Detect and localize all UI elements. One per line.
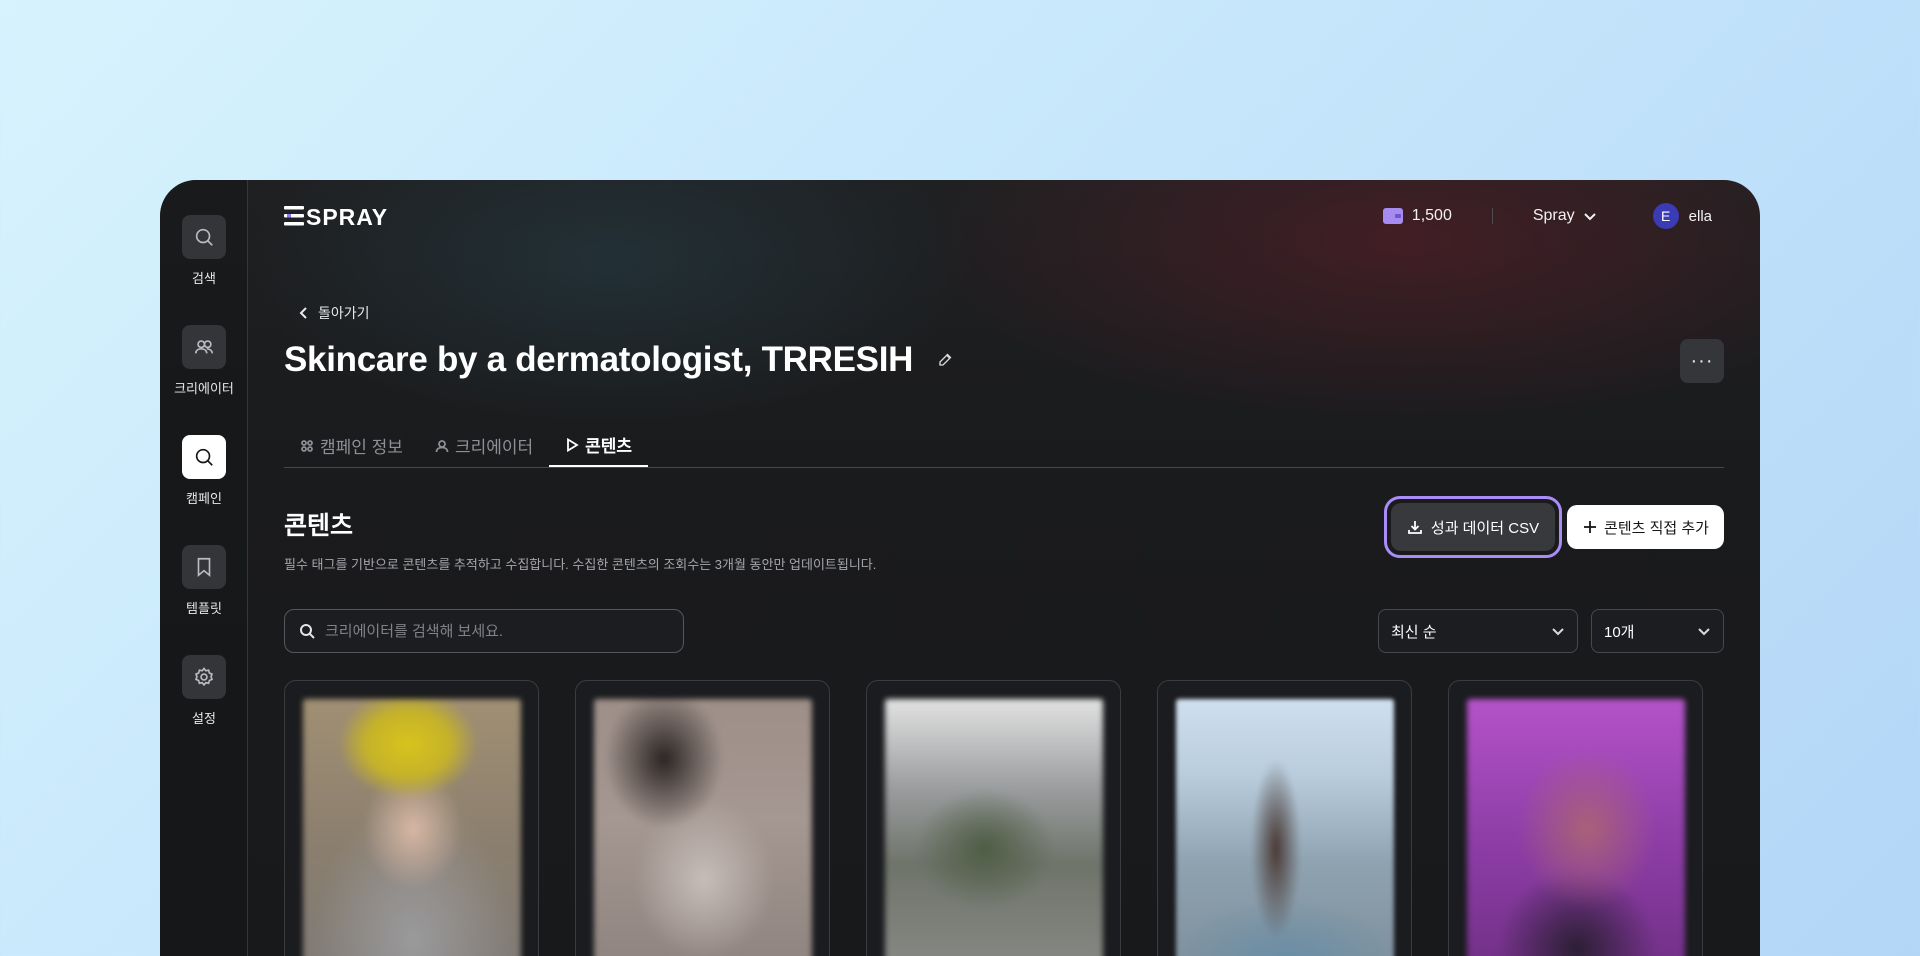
search-icon: [182, 435, 226, 479]
content-card[interactable]: [1448, 680, 1703, 956]
content-thumbnail: [1176, 699, 1394, 956]
user-menu[interactable]: E ella: [1652, 203, 1712, 229]
tab-label: 크리에이터: [454, 438, 534, 457]
gear-icon: [182, 655, 226, 699]
search-input[interactable]: [325, 622, 669, 640]
sidebar-item-label: 캠페인: [186, 491, 222, 506]
header-right: 1,500 Spray E ella: [1382, 202, 1712, 230]
content-card[interactable]: [1157, 680, 1412, 956]
play-icon: [567, 437, 579, 452]
tab-campaign-info[interactable]: 캠페인 정보: [284, 424, 419, 467]
svg-text:SPRAY: SPRAY: [306, 204, 388, 228]
title-row: Skincare by a dermatologist, TRRESIH: [284, 340, 957, 380]
sidebar-item-label: 설정: [192, 711, 216, 726]
download-csv-button[interactable]: 성과 데이터 CSV: [1391, 503, 1555, 551]
sidebar-item-search[interactable]: 검색: [160, 215, 248, 287]
tab-label: 캠페인 정보: [320, 438, 403, 457]
back-link[interactable]: 돌아가기: [298, 303, 370, 323]
tab-creators[interactable]: 크리에이터: [419, 424, 549, 467]
add-button-label: 콘텐츠 직접 추가: [1604, 519, 1709, 537]
sidebar-item-label: 검색: [192, 271, 216, 286]
sidebar-item-settings[interactable]: 설정: [160, 655, 248, 727]
page-size-value: 10개: [1604, 623, 1635, 641]
credits-display[interactable]: 1,500: [1382, 207, 1452, 225]
chevron-left-icon: [299, 307, 307, 319]
app-window: 검색 크리에이터 캠페인 템플릿 설정 SPRAY 1,500 Spray E …: [160, 180, 1760, 956]
tab-content[interactable]: 콘텐츠: [549, 424, 649, 467]
section-description: 필수 태그를 기반으로 콘텐츠를 추적하고 수집합니다. 수집한 콘텐츠의 조회…: [284, 557, 877, 572]
back-label: 돌아가기: [318, 305, 370, 321]
csv-button-focus-ring: 성과 데이터 CSV: [1384, 496, 1562, 558]
bookmark-icon: [182, 545, 226, 589]
content-thumbnail: [1467, 699, 1685, 956]
org-name: Spray: [1532, 207, 1575, 224]
sidebar-item-templates[interactable]: 템플릿: [160, 545, 248, 617]
org-selector[interactable]: Spray: [1533, 207, 1597, 225]
chevron-down-icon: [1698, 628, 1710, 636]
credits-value: 1,500: [1411, 207, 1452, 224]
tab-label: 콘텐츠: [585, 437, 633, 456]
wallet-icon: [1382, 208, 1403, 224]
user-name: ella: [1688, 207, 1712, 225]
content-thumbnail: [303, 699, 521, 956]
sidebar-item-campaign[interactable]: 캠페인: [160, 435, 248, 507]
section-title: 콘텐츠: [284, 512, 354, 540]
divider: [1491, 208, 1493, 224]
users-icon: [182, 325, 226, 369]
more-options-button[interactable]: ···: [1680, 339, 1724, 383]
page-size-select[interactable]: 10개: [1591, 609, 1724, 653]
avatar: E: [1652, 203, 1679, 229]
page-title: Skincare by a dermatologist, TRRESIH: [284, 340, 914, 379]
sort-select[interactable]: 최신 순: [1378, 609, 1578, 653]
sort-value: 최신 순: [1391, 623, 1437, 641]
content-thumbnail: [594, 699, 812, 956]
csv-button-label: 성과 데이터 CSV: [1430, 519, 1540, 537]
tab-bar: 캠페인 정보 크리에이터 콘텐츠: [284, 424, 1724, 468]
search-icon: [300, 624, 315, 639]
creator-search[interactable]: [284, 609, 684, 653]
chevron-down-icon: [1552, 628, 1564, 636]
add-content-button[interactable]: 콘텐츠 직접 추가: [1567, 505, 1724, 549]
content-card[interactable]: [284, 680, 539, 956]
sidebar-item-label: 크리에이터: [174, 381, 234, 396]
spray-logo[interactable]: SPRAY: [284, 204, 396, 228]
edit-icon[interactable]: [937, 350, 957, 370]
sidebar-item-label: 템플릿: [186, 601, 222, 616]
plus-icon: [1584, 521, 1597, 533]
content-thumbnail: [885, 699, 1103, 956]
sidebar: 검색 크리에이터 캠페인 템플릿 설정: [160, 180, 248, 956]
user-icon: [435, 439, 449, 452]
chevron-down-icon: [1583, 213, 1596, 221]
sidebar-item-creators[interactable]: 크리에이터: [160, 325, 248, 397]
content-card[interactable]: [575, 680, 830, 956]
download-icon: [1408, 521, 1422, 534]
campaign-info-icon: [301, 439, 313, 452]
content-card[interactable]: [866, 680, 1121, 956]
search-icon: [182, 215, 226, 259]
